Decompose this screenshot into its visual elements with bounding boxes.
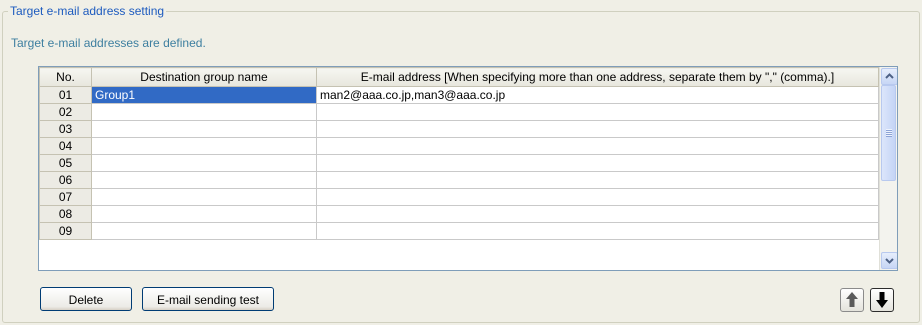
email-address-grid[interactable]: No. Destination group name E-mail addres… <box>38 66 898 271</box>
email-cell[interactable] <box>316 188 879 206</box>
email-cell[interactable] <box>316 103 879 121</box>
table-row[interactable]: 01 Group1 man2@aaa.co.jp,man3@aaa.co.jp <box>39 86 879 104</box>
column-header-group-name[interactable]: Destination group name <box>91 67 317 87</box>
group-name-cell[interactable] <box>91 103 317 121</box>
column-header-no[interactable]: No. <box>39 67 92 87</box>
table-row[interactable]: 03 <box>39 120 879 138</box>
group-name-cell[interactable] <box>91 137 317 155</box>
chevron-up-icon <box>885 73 894 79</box>
group-name-cell[interactable] <box>91 222 317 240</box>
header-row: No. Destination group name E-mail addres… <box>39 67 879 87</box>
table-row[interactable]: 07 <box>39 188 879 206</box>
move-down-button[interactable] <box>870 288 894 312</box>
row-number-cell: 05 <box>39 154 92 172</box>
group-name-cell[interactable] <box>91 188 317 206</box>
group-name-cell[interactable] <box>91 205 317 223</box>
email-cell[interactable] <box>316 154 879 172</box>
table-row[interactable]: 08 <box>39 205 879 223</box>
column-header-email[interactable]: E-mail address [When specifying more tha… <box>316 67 879 87</box>
table-row[interactable]: 09 <box>39 222 879 240</box>
arrow-up-icon <box>846 292 858 307</box>
group-name-cell[interactable] <box>91 120 317 138</box>
row-number-cell: 09 <box>39 222 92 240</box>
row-number-cell: 03 <box>39 120 92 138</box>
email-address-table: No. Destination group name E-mail addres… <box>39 67 879 240</box>
settings-panel: Target e-mail address setting Target e-m… <box>0 0 922 325</box>
scrollbar-thumb[interactable] <box>881 85 896 181</box>
email-cell[interactable]: man2@aaa.co.jp,man3@aaa.co.jp <box>316 86 879 104</box>
scrollbar-grip-icon <box>886 129 892 137</box>
row-number-cell: 01 <box>39 86 92 104</box>
section-description: Target e-mail addresses are defined. <box>11 36 206 50</box>
scroll-down-button[interactable] <box>881 252 897 269</box>
section-title: Target e-mail address setting <box>8 4 167 18</box>
email-cell[interactable] <box>316 222 879 240</box>
group-name-cell[interactable] <box>91 171 317 189</box>
table-row[interactable]: 06 <box>39 171 879 189</box>
scroll-up-button[interactable] <box>881 68 897 85</box>
group-name-cell[interactable]: Group1 <box>91 86 317 104</box>
chevron-down-icon <box>885 258 894 264</box>
row-number-cell: 08 <box>39 205 92 223</box>
delete-button[interactable]: Delete <box>40 287 132 311</box>
vertical-scrollbar[interactable] <box>879 67 897 270</box>
email-sending-test-button[interactable]: E-mail sending test <box>142 287 274 311</box>
email-cell[interactable] <box>316 137 879 155</box>
email-cell[interactable] <box>316 171 879 189</box>
row-number-cell: 04 <box>39 137 92 155</box>
row-number-cell: 07 <box>39 188 92 206</box>
group-name-cell[interactable] <box>91 154 317 172</box>
table-row[interactable]: 04 <box>39 137 879 155</box>
table-row[interactable]: 05 <box>39 154 879 172</box>
email-cell[interactable] <box>316 120 879 138</box>
email-cell[interactable] <box>316 205 879 223</box>
arrow-down-icon <box>876 292 888 308</box>
table-row[interactable]: 02 <box>39 103 879 121</box>
move-up-button[interactable] <box>840 288 864 312</box>
row-number-cell: 06 <box>39 171 92 189</box>
row-number-cell: 02 <box>39 103 92 121</box>
